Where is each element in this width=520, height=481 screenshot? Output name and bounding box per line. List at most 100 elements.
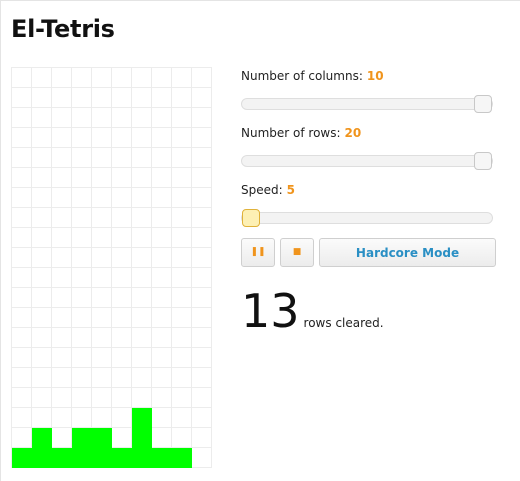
board-cell [172,328,192,348]
speed-slider-handle[interactable] [242,209,260,227]
board-cell [112,128,132,148]
columns-slider[interactable] [241,95,493,113]
board-cell [132,288,152,308]
board-cell [172,148,192,168]
board-cell [12,68,32,88]
board-cell [12,188,32,208]
board-cell [112,328,132,348]
board-cell [52,348,72,368]
board-cell [12,408,32,428]
board-cell [72,168,92,188]
board-cell [52,68,72,88]
board-cell [112,408,132,428]
columns-value: 10 [366,69,384,83]
game-board [11,67,212,468]
board-cell [32,368,52,388]
board-cell [192,408,212,428]
board-cell [12,308,32,328]
board-cell [92,348,112,368]
board-cell [192,448,212,468]
board-cell [92,268,112,288]
board-cell [132,168,152,188]
board-cell [112,388,132,408]
board-cell [72,308,92,328]
board-cell [32,168,52,188]
board-cell [52,128,72,148]
board-block [152,448,172,468]
board-cell [12,288,32,308]
board-cell [132,388,152,408]
board-block [12,448,32,468]
board-cell [132,208,152,228]
board-cell [132,68,152,88]
board-cell [52,228,72,248]
board-cell [192,268,212,288]
board-cell [32,348,52,368]
stop-button[interactable]: ■ [280,238,314,267]
board-cell [132,328,152,348]
board-cell [92,328,112,348]
board-cell [72,208,92,228]
board-cell [132,248,152,268]
rows-cleared-count: 13 [241,284,300,338]
board-block [172,448,192,468]
board-cell [172,408,192,428]
board-cell [92,68,112,88]
board-cell [32,88,52,108]
rows-value: 20 [344,126,362,140]
board-cell [172,208,192,228]
board-cell [92,248,112,268]
board-block [132,448,152,468]
speed-label: Speed: 5 [241,183,296,197]
board-block [52,448,72,468]
board-cell [72,248,92,268]
board-cell [132,88,152,108]
board-cell [152,248,172,268]
board-cell [52,268,72,288]
columns-slider-handle[interactable] [474,95,492,113]
board-cell [32,148,52,168]
board-cell [172,68,192,88]
board-cell [132,368,152,388]
board-cell [192,368,212,388]
rows-slider-handle[interactable] [474,152,492,170]
board-cell [52,168,72,188]
hardcore-mode-button[interactable]: Hardcore Mode [319,238,496,267]
board-cell [192,308,212,328]
pause-button[interactable]: ❚❚ [241,238,275,267]
board-cell [112,268,132,288]
board-cell [52,108,72,128]
board-cell [152,128,172,148]
board-cell [172,288,192,308]
board-cell [12,388,32,408]
board-cell [12,128,32,148]
board-cell [92,88,112,108]
board-block [32,428,52,448]
board-cell [12,348,32,368]
board-cell [132,348,152,368]
board-cell [152,228,172,248]
board-block [92,428,112,448]
board-cell [112,348,132,368]
board-cell [192,208,212,228]
board-cell [192,248,212,268]
board-cell [32,268,52,288]
board-cell [12,88,32,108]
board-block [32,448,52,468]
board-cell [72,68,92,88]
board-cell [52,308,72,328]
app-title: El-Tetris [11,15,115,43]
board-cell [32,408,52,428]
board-cell [152,388,172,408]
board-cell [132,188,152,208]
board-cell [92,168,112,188]
board-cell [112,148,132,168]
board-cell [32,208,52,228]
board-cell [152,288,172,308]
board-cell [192,388,212,408]
board-cell [192,288,212,308]
speed-slider[interactable] [241,209,493,227]
board-cell [12,108,32,128]
board-cell [172,368,192,388]
rows-slider[interactable] [241,152,493,170]
